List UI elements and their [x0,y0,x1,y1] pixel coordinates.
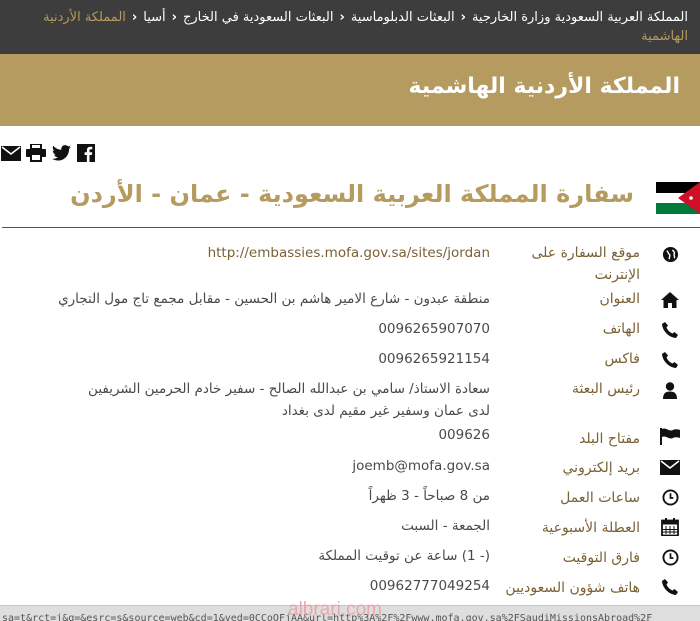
address-label: العنوان [599,291,640,307]
breadcrumb-item-ministry[interactable]: المملكة العربية السعودية وزارة الخارجية [472,10,688,25]
phone-label: الهاتف [602,321,640,337]
country-code-value: 009626 [438,427,490,443]
chevron-icon: ‹ [171,10,177,25]
flag-icon [660,426,680,446]
hours-label: ساعات العمل [560,490,640,506]
weekend-label: العطلة الأسبوعية [541,520,640,536]
title-band: المملكة الأردنية الهاشمية [0,54,700,126]
globe-icon [660,244,680,264]
watermark: albrari.com [288,599,382,620]
user-icon [660,380,680,400]
address-value: منطقة عبدون - شارع الامير هاشم بن الحسين… [58,291,490,307]
page-title: المملكة الأردنية الهاشمية [408,74,681,99]
website-link[interactable]: http://embassies.mofa.gov.sa/sites/jorda… [40,242,490,264]
weekend-value: الجمعة - السبت [401,518,490,534]
print-icon[interactable] [25,142,47,164]
fax-label: فاكس [604,351,640,367]
website-label: موقع السفارة على الإنترنت [531,245,640,283]
twitter-icon[interactable] [50,142,72,164]
saudi-affairs-value: 00962777049254 [369,578,490,594]
phone-icon [660,350,680,370]
facebook-icon[interactable] [75,142,97,164]
breadcrumb: المملكة العربية السعودية وزارة الخارجية ‹… [4,8,688,46]
saudi-affairs-label: هاتف شؤون السعوديين [505,580,640,596]
breadcrumb-bar: المملكة العربية السعودية وزارة الخارجية ‹… [0,0,700,54]
embassy-heading: سفارة المملكة العربية السعودية - عمان - … [70,180,634,208]
envelope-icon [660,457,680,477]
breadcrumb-item-missions[interactable]: البعثات الدبلوماسية [351,10,455,25]
breadcrumb-item-saudi-missions[interactable]: البعثات السعودية في الخارج [183,10,333,25]
hours-value: من 8 صباحاً - 3 ظهراً [368,488,490,504]
clock-icon [660,547,680,567]
share-toolbar [0,142,100,164]
phone-value: 0096265907070 [378,321,490,337]
phone-icon [660,577,680,597]
timezone-label: فارق التوقيت [562,550,640,566]
divider [2,227,700,228]
breadcrumb-item-asia[interactable]: أسيا [143,10,165,25]
head-value-line1: سعادة الاستاذ/ سامي بن عبدالله الصالح - … [88,381,490,397]
chevron-icon: ‹ [339,10,345,25]
email-icon[interactable] [0,142,22,164]
clock-icon [660,487,680,507]
home-icon [660,290,680,310]
timezone-value: (- 1) ساعة عن توقيت المملكة [318,548,490,564]
chevron-icon: ‹ [131,10,138,25]
head-label: رئيس البعثة [571,381,640,397]
email-label: بريد إلكتروني [562,460,640,476]
jordan-flag [656,182,700,214]
calendar-icon [660,517,680,537]
email-link[interactable]: joemb@mofa.gov.sa [40,455,490,477]
chevron-icon: ‹ [460,10,466,25]
phone-icon [660,320,680,340]
head-value-line2: لدى عمان وسفير غير مقيم لدى بغداد [281,403,490,419]
fax-value: 0096265921154 [378,351,490,367]
country-code-label: مفتاح البلد [579,431,640,447]
